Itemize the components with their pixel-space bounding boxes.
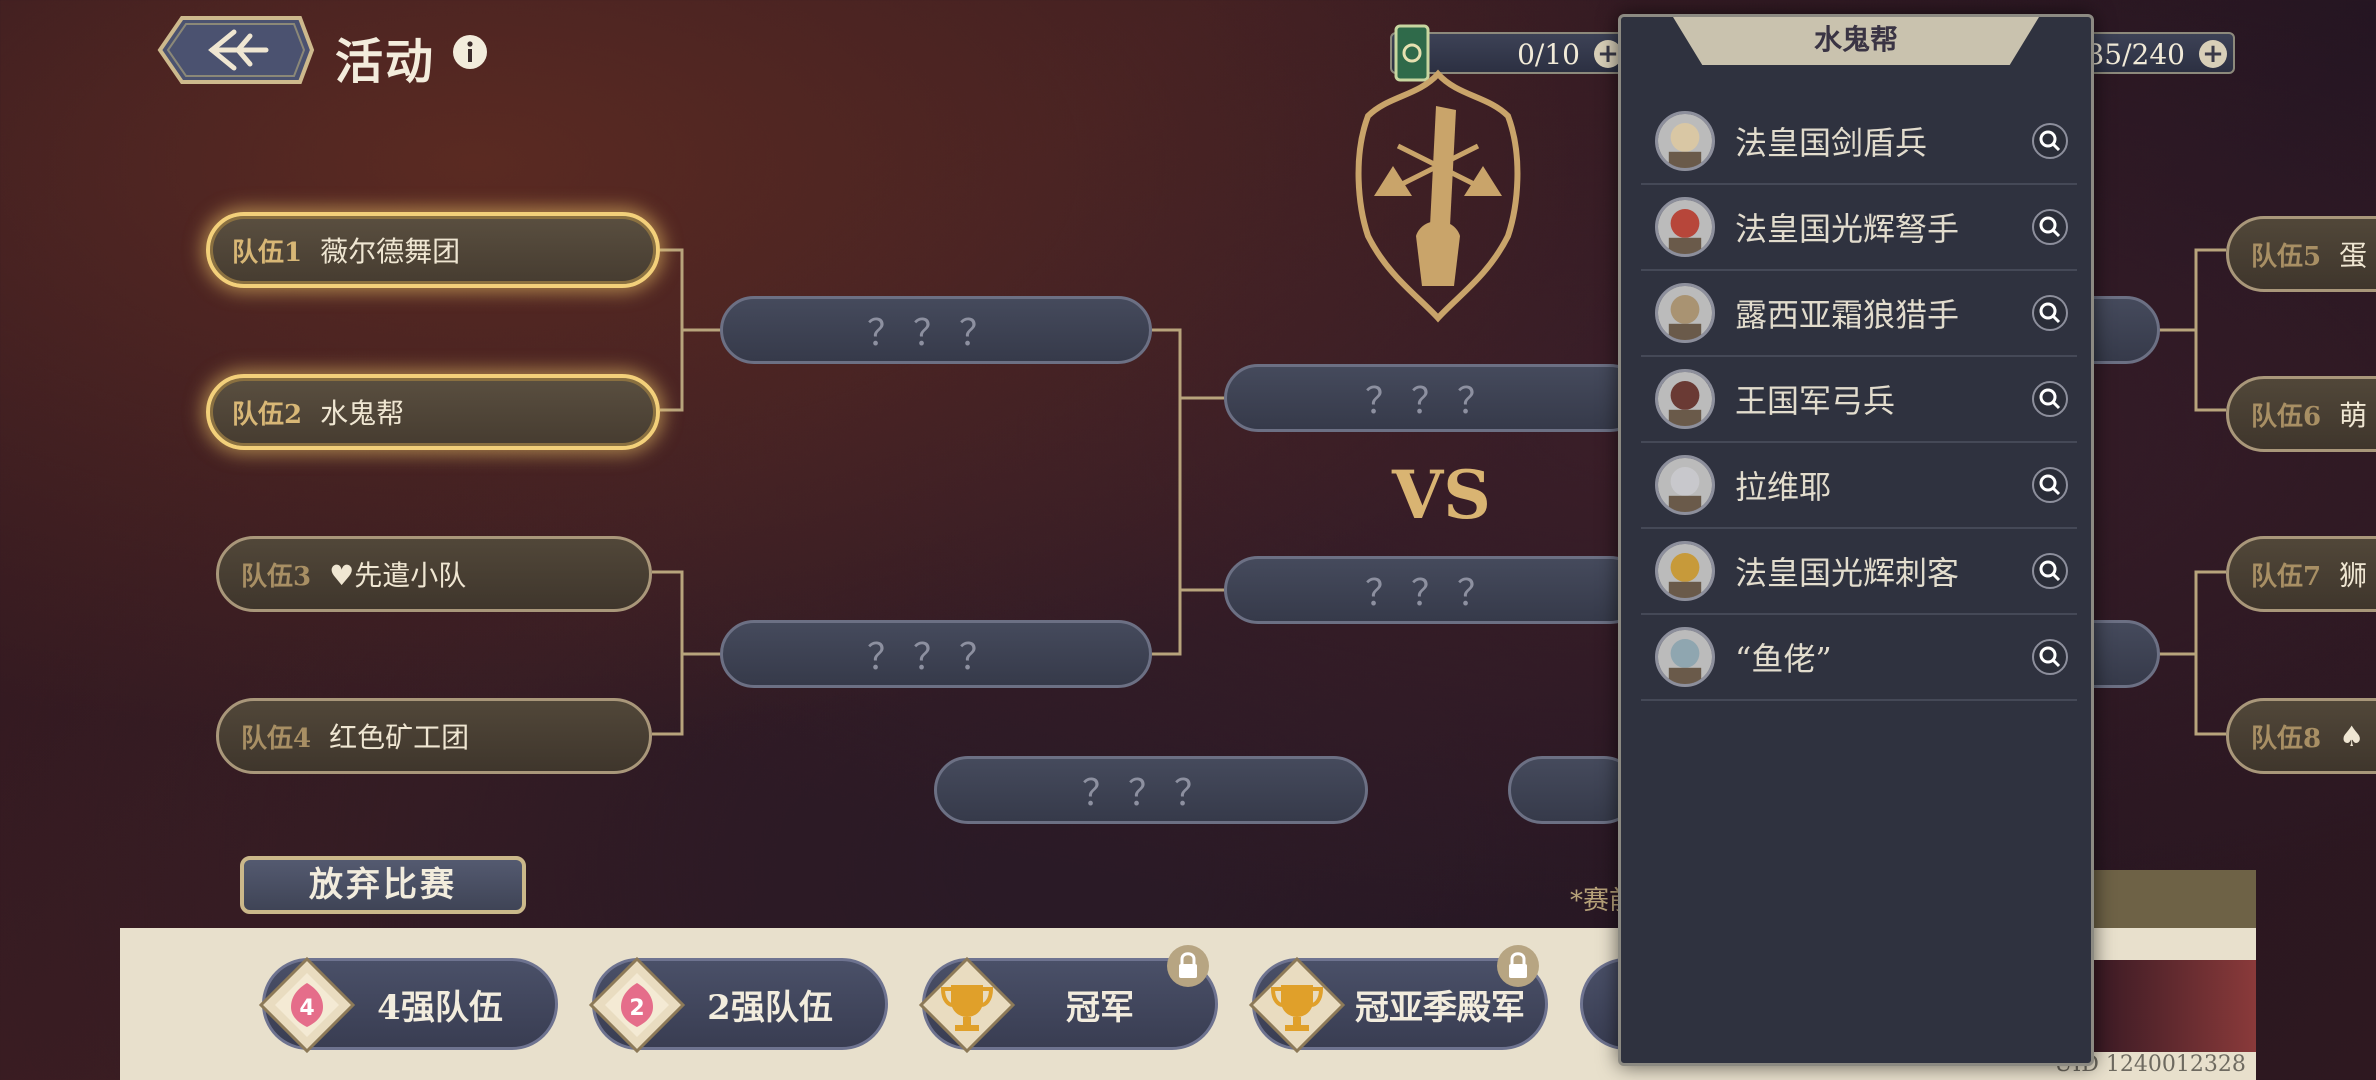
final-slot-2: ？？？: [1224, 556, 1644, 624]
search-icon[interactable]: [2031, 638, 2069, 676]
avatar: [1655, 111, 1715, 171]
search-icon[interactable]: [2031, 380, 2069, 418]
roster-member[interactable]: 法皇国光辉弩手: [1641, 185, 2077, 271]
vs-label: VS: [1392, 456, 1491, 534]
team-name: 红色矿工团: [329, 721, 470, 754]
note-band: [2094, 870, 2256, 928]
team-name: 薇尔德舞团: [320, 235, 461, 268]
quit-match-button[interactable]: 放弃比赛: [240, 856, 526, 914]
avatar: [1655, 197, 1715, 257]
member-name: 王国军弓兵: [1735, 382, 1896, 420]
member-name: 法皇国光辉弩手: [1735, 210, 1960, 248]
team-slot-8[interactable]: 队伍8 ♠: [2226, 698, 2376, 774]
team-slot-5[interactable]: 队伍5 蛋: [2226, 216, 2376, 292]
semifinal-slot-2: ？？？: [720, 620, 1152, 688]
final-slot-1: ？？？: [1224, 364, 1644, 432]
lock-icon: [1497, 945, 1539, 987]
search-icon[interactable]: [2031, 294, 2069, 332]
team-slot-2[interactable]: 队伍2 水鬼帮: [206, 374, 660, 450]
third-place-slot-1: ？？？: [934, 756, 1368, 824]
roster-member[interactable]: 露西亚霜狼猎手: [1641, 271, 2077, 357]
member-name: “鱼佬”: [1735, 640, 1832, 678]
team-tag: 队伍7: [2251, 561, 2322, 592]
avatar: [1655, 627, 1715, 687]
lock-icon: [1167, 945, 1209, 987]
roster-member[interactable]: 拉维耶: [1641, 443, 2077, 529]
team-name: ♠: [2339, 719, 2365, 753]
search-icon[interactable]: [2031, 208, 2069, 246]
roster-member[interactable]: 法皇国光辉刺客: [1641, 529, 2077, 615]
team-slot-4[interactable]: 队伍4 红色矿工团: [216, 698, 652, 774]
team-roster-panel: 水鬼帮 法皇国剑盾兵 法皇国光辉弩手 露西亚霜狼猎手 王国军弓兵 拉维耶 法皇国…: [1618, 14, 2094, 1066]
team-tag: 队伍6: [2251, 401, 2322, 432]
reward-label: 2强队伍: [707, 987, 833, 1028]
panel-title: 水鬼帮: [1673, 17, 2039, 65]
page-title: 活动: [335, 34, 436, 90]
reward-top2[interactable]: 2 2强队伍: [588, 956, 888, 1054]
avatar: [1655, 369, 1715, 429]
team-tag: 队伍5: [2251, 241, 2322, 272]
avatar: [1655, 541, 1715, 601]
reward-top4[interactable]: 4 4强队伍: [258, 956, 558, 1054]
roster-member[interactable]: “鱼佬”: [1641, 615, 2077, 701]
avatar: [1655, 283, 1715, 343]
team-slot-7[interactable]: 队伍7 狮: [2226, 536, 2376, 612]
team-slot-6[interactable]: 队伍6 萌: [2226, 376, 2376, 452]
member-name: 露西亚霜狼猎手: [1735, 296, 1960, 334]
member-name: 法皇国光辉刺客: [1735, 554, 1960, 592]
team-tag: 队伍3: [241, 561, 312, 592]
bottom-right-banner: [2094, 960, 2256, 1052]
team-slot-3[interactable]: 队伍3 ♥先遣小队: [216, 536, 652, 612]
back-button[interactable]: [142, 8, 320, 92]
reward-label: 4强队伍: [377, 987, 503, 1028]
member-name: 拉维耶: [1735, 468, 1832, 506]
team-tag: 队伍4: [241, 723, 312, 754]
search-icon[interactable]: [2031, 552, 2069, 590]
semifinal-slot-1: ？？？: [720, 296, 1152, 364]
team-name: 萌: [2339, 399, 2368, 432]
team-name: 狮: [2339, 559, 2368, 592]
roster-member[interactable]: 王国军弓兵: [1641, 357, 2077, 443]
team-tag: 队伍2: [232, 399, 303, 430]
member-name: 法皇国剑盾兵: [1735, 124, 1928, 162]
team-name: 水鬼帮: [320, 397, 405, 430]
team-slot-1[interactable]: 队伍1 薇尔德舞团: [206, 212, 660, 288]
team-tag: 队伍8: [2251, 723, 2322, 754]
add-stamina-button[interactable]: +: [2199, 40, 2227, 68]
team-name: ♥先遣小队: [329, 559, 467, 592]
roster-member[interactable]: 法皇国剑盾兵: [1641, 99, 2077, 185]
team-tag: 队伍1: [232, 237, 303, 268]
avatar: [1655, 455, 1715, 515]
search-icon[interactable]: [2031, 466, 2069, 504]
info-icon[interactable]: [452, 34, 488, 70]
search-icon[interactable]: [2031, 122, 2069, 160]
team-name: 蛋: [2339, 239, 2368, 272]
tournament-emblem-icon: [1355, 69, 1521, 323]
